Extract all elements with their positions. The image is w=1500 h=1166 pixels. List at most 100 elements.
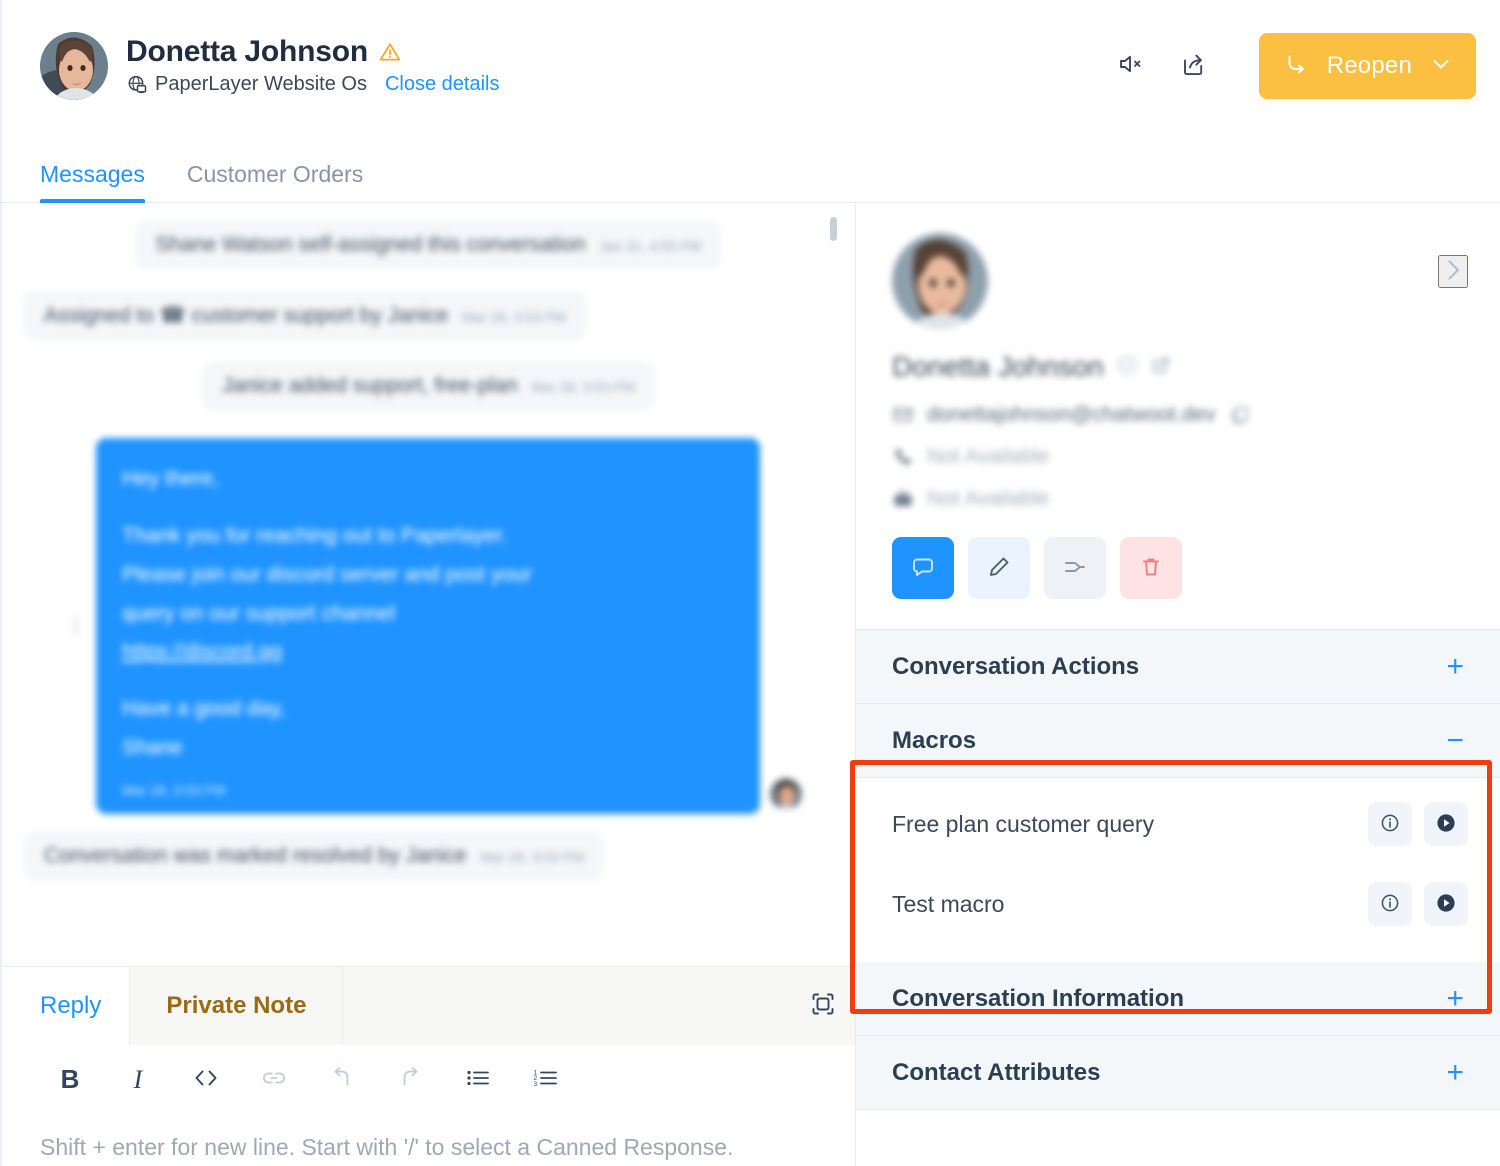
tab-customer-orders[interactable]: Customer Orders [187, 161, 377, 202]
expand-toggle-icon[interactable]: + [1446, 983, 1464, 1014]
header-name-row: Donetta Johnson [126, 35, 499, 69]
contact-email-row: donettajohnson@chatwoot.dev [892, 403, 1464, 427]
tab-messages[interactable]: Messages [40, 161, 159, 203]
new-conversation-button[interactable] [892, 537, 954, 599]
chat-bubble-icon [909, 553, 937, 584]
collapse-toggle-icon[interactable]: − [1446, 725, 1464, 756]
collapse-sidebar-button[interactable] [1438, 255, 1468, 288]
share-conversation-button[interactable] [1175, 48, 1211, 84]
message-body-line-1: Thank you for reaching out to Paperlayer… [122, 523, 508, 547]
contact-company: Not Available [927, 487, 1050, 510]
section-title: Contact Attributes [892, 1058, 1101, 1086]
contact-email: donettajohnson@chatwoot.dev [927, 403, 1216, 426]
message-sender: Shane [122, 736, 183, 760]
macro-run-button[interactable] [1424, 802, 1468, 846]
contact-phone-row: Not Available [892, 445, 1464, 469]
system-message: Assigned to ☎ customer support by Janice… [24, 291, 586, 340]
email-icon [892, 404, 914, 426]
format-toolbar: B I 1 2 3 [2, 1045, 855, 1115]
section-title: Conversation Information [892, 984, 1185, 1012]
reply-tabs: Reply Private Note [2, 966, 855, 1045]
macro-name: Free plan customer query [892, 810, 1155, 837]
section-macros[interactable]: Macros − [856, 704, 1500, 778]
message-body-line-2: Please join our discord server and post … [122, 562, 532, 586]
chatwoot-conversation-view: Donetta Johnson PaperLayer Website Os Cl… [0, 0, 1500, 1166]
list-item[interactable]: Free plan customer query [856, 784, 1500, 864]
reply-input-placeholder[interactable]: Shift + enter for new line. Start with '… [2, 1115, 782, 1166]
system-message-row: Conversation was marked resolved by Jani… [24, 831, 833, 902]
message-link[interactable]: https://discord.gg [122, 640, 282, 663]
merge-icon [1062, 554, 1088, 583]
tab-private-note[interactable]: Private Note [129, 966, 344, 1045]
reopen-button[interactable]: Reopen [1258, 32, 1476, 99]
system-message-time: Mar 28, 3:53 PM [462, 309, 566, 325]
reply-editor: Reply Private Note B I 1 2 3 Shift + ent… [2, 965, 855, 1166]
chevron-right-icon [1440, 257, 1466, 286]
expand-toggle-icon[interactable]: + [1446, 1057, 1464, 1088]
undo-button[interactable] [308, 1059, 376, 1101]
undo-icon [328, 1065, 356, 1094]
reopen-arrow-icon [1281, 49, 1311, 82]
header-text-block: Donetta Johnson PaperLayer Website Os Cl… [126, 35, 499, 96]
macro-info-button[interactable] [1368, 882, 1412, 926]
speaker-mute-icon [1116, 49, 1146, 82]
info-circle-icon [1379, 892, 1401, 917]
code-button[interactable] [172, 1059, 240, 1101]
messages-scrollbar[interactable] [830, 217, 837, 241]
main-body: Shane Watson self-assigned this conversa… [0, 203, 1500, 1166]
conversation-header: Donetta Johnson PaperLayer Website Os Cl… [0, 0, 1500, 131]
section-title: Conversation Actions [892, 652, 1140, 680]
bullet-list-button[interactable] [444, 1059, 512, 1101]
avatar [770, 777, 802, 810]
chevron-down-icon[interactable] [1428, 51, 1454, 80]
reply-tabs-spacer [343, 966, 791, 1045]
mute-notifications-button[interactable] [1113, 48, 1149, 84]
contact-phone: Not Available [927, 445, 1050, 468]
conversation-panel: Shane Watson self-assigned this conversa… [0, 203, 856, 1166]
link-button[interactable] [240, 1059, 308, 1101]
list-item[interactable]: Test macro [856, 864, 1500, 944]
delete-contact-button[interactable] [1120, 537, 1182, 599]
expand-editor-button[interactable] [791, 966, 855, 1045]
macro-run-button[interactable] [1424, 882, 1468, 926]
section-conversation-actions[interactable]: Conversation Actions + [856, 630, 1500, 704]
link-icon [259, 1066, 289, 1093]
redo-icon [396, 1065, 424, 1094]
external-link-icon[interactable] [1150, 354, 1172, 381]
tab-reply[interactable]: Reply [2, 967, 129, 1045]
expand-toggle-icon[interactable]: + [1446, 651, 1464, 682]
system-message: Conversation was marked resolved by Jani… [24, 831, 605, 880]
system-message-time: Jan 31, 4:55 PM [599, 238, 702, 254]
system-message-text: Conversation was marked resolved by Jani… [44, 843, 467, 867]
system-message-row: Shane Watson self-assigned this conversa… [24, 221, 833, 291]
redo-button[interactable] [376, 1059, 444, 1101]
close-details-link[interactable]: Close details [385, 73, 500, 96]
section-contact-attributes[interactable]: Contact Attributes + [856, 1036, 1500, 1110]
code-icon [192, 1066, 220, 1093]
header-inbox-row: PaperLayer Website Os Close details [126, 73, 499, 96]
outgoing-message-bubble: Hey there, Thank you for reaching out to… [96, 438, 760, 814]
ordered-list-button[interactable]: 1 2 3 [512, 1059, 580, 1101]
message-body-line-3: query on our support channel [122, 601, 396, 625]
messages-list: Shane Watson self-assigned this conversa… [2, 203, 855, 966]
section-conversation-information[interactable]: Conversation Information + [856, 962, 1500, 1036]
availability-circle-icon [1116, 354, 1138, 381]
edit-contact-button[interactable] [968, 537, 1030, 599]
system-message-text: Janice added support, free-plan [222, 374, 518, 397]
info-circle-icon [1379, 812, 1401, 837]
italic-button[interactable]: I [104, 1059, 172, 1101]
svg-text:3: 3 [534, 1081, 538, 1088]
copy-icon[interactable] [1229, 404, 1251, 426]
phone-icon [892, 446, 914, 468]
contact-company-row: Not Available [892, 487, 1464, 511]
share-external-icon [1178, 49, 1208, 82]
system-message-text: Assigned to ☎ customer support by Janice [44, 304, 449, 327]
reopen-button-label: Reopen [1326, 51, 1412, 79]
avatar [40, 31, 108, 100]
bold-button[interactable]: B [36, 1059, 104, 1101]
system-message: Shane Watson self-assigned this conversa… [135, 221, 722, 269]
merge-contact-button[interactable] [1044, 537, 1106, 599]
message-menu-icon[interactable]: ⋮ [66, 613, 86, 638]
contact-actions [892, 537, 1464, 599]
macro-info-button[interactable] [1368, 802, 1412, 846]
